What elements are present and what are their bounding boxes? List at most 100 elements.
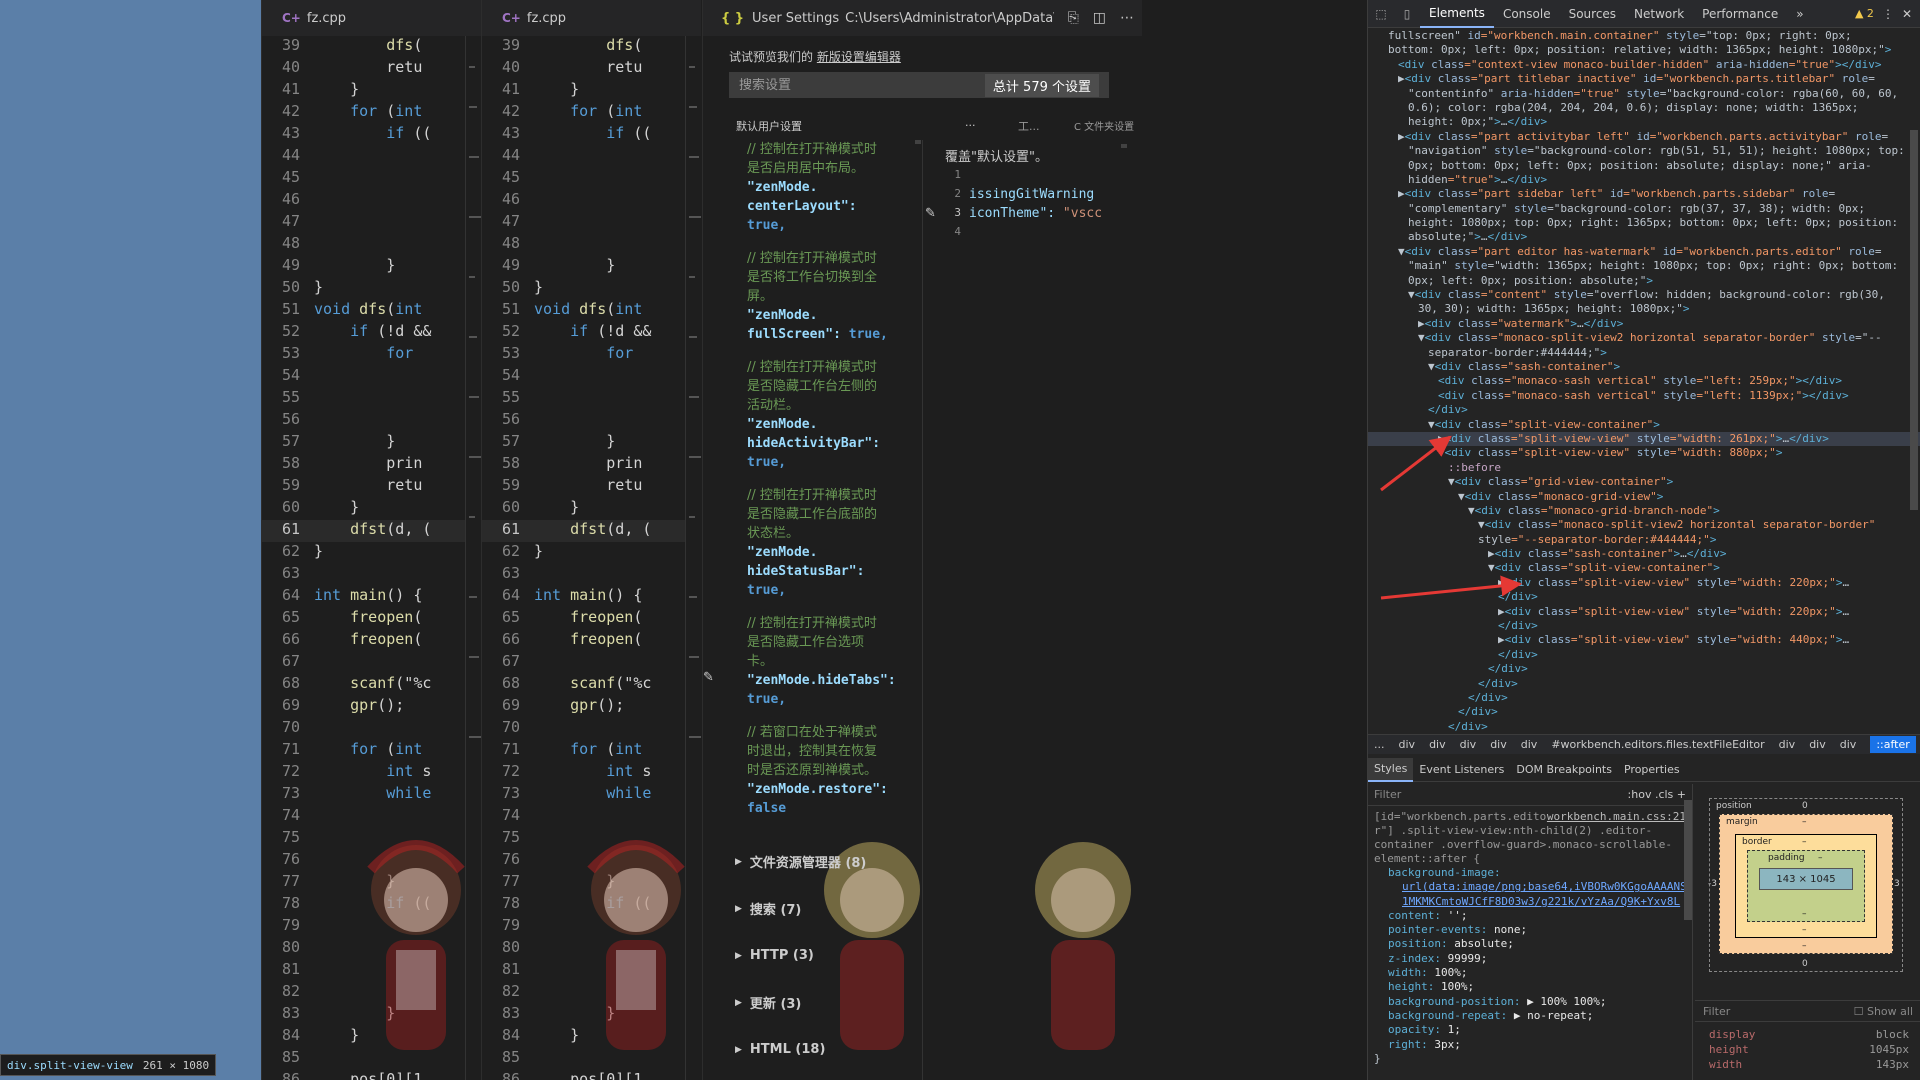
css-declaration[interactable]: 1MKMKCmtoWJCfF8D03w3/g221k/vYzAa/Q9K+Yxv… xyxy=(1368,895,1692,909)
dom-node-line[interactable]: </div> xyxy=(1368,720,1920,734)
dom-node-line[interactable]: </div> xyxy=(1368,619,1920,633)
dom-node-line[interactable]: ▼<div class="split-view-container"> xyxy=(1368,418,1920,432)
breadcrumb-item[interactable]: div xyxy=(1779,738,1796,751)
css-declaration[interactable]: right: 3px; xyxy=(1368,1038,1692,1052)
dom-node-line[interactable]: </div> xyxy=(1368,590,1920,604)
css-url-value[interactable]: url(data:image/png;base64,iVBORw0KGgoAAA… xyxy=(1402,880,1687,893)
computed-property-row[interactable]: display block xyxy=(1695,1028,1920,1043)
css-declaration[interactable]: position: absolute; xyxy=(1368,937,1692,951)
dom-node-line[interactable]: ▼<div class="monaco-split-view2 horizont… xyxy=(1368,518,1920,532)
dom-node-line[interactable]: ▶<div class="split-view-view" style="wid… xyxy=(1368,431,1920,447)
settings-section[interactable]: ▶ 更新 (3) xyxy=(703,979,923,1026)
dom-node-line[interactable]: ▶<div class="sash-container">…</div> xyxy=(1368,547,1920,561)
more-button[interactable]: ... xyxy=(965,116,976,129)
split-editor-icon[interactable]: ◫ xyxy=(1093,10,1106,26)
subtab-properties[interactable]: Properties xyxy=(1618,758,1686,782)
dom-node-line[interactable]: </div> xyxy=(1368,705,1920,719)
tab-elements[interactable]: Elements xyxy=(1420,0,1494,28)
user-settings-pane[interactable]: 覆盖"默认设置"。 1 2 issingGitWarning 3 iconTheme":… xyxy=(943,140,1142,1080)
dom-node-line[interactable]: "main" style="width: 1365px; height: 108… xyxy=(1368,259,1920,273)
tab-performance[interactable]: Performance xyxy=(1693,0,1787,28)
dom-node-line[interactable]: fullscreen" id="workbench.main.container… xyxy=(1368,29,1920,43)
edit-pencil-icon[interactable]: ✎ xyxy=(703,670,714,685)
dom-node-line[interactable]: ▼<div class="content" style="overflow: h… xyxy=(1368,288,1920,302)
more-actions-icon[interactable]: ⋯ xyxy=(1120,10,1134,26)
dom-node-line[interactable]: 0px; bottom: 0px; left: 0px; position: a… xyxy=(1368,159,1920,173)
defaults-scrollbar[interactable] xyxy=(915,140,921,144)
close-icon[interactable]: ✕ xyxy=(1902,7,1912,21)
tab-folder-settings[interactable]: C 文件夹设置 xyxy=(1074,118,1134,133)
dom-node-line[interactable]: height: 1080px; top: 0px; right: 1365px;… xyxy=(1368,216,1920,230)
breadcrumb-item[interactable]: div xyxy=(1521,738,1538,751)
subtab-dom-breakpoints[interactable]: DOM Breakpoints xyxy=(1510,758,1618,782)
breadcrumb-item[interactable]: div xyxy=(1399,738,1416,751)
breadcrumb-selected[interactable]: ::after xyxy=(1870,736,1916,753)
dom-node-line[interactable]: 30, 30); width: 1365px; height: 1080px;"… xyxy=(1368,302,1920,316)
tab-fz-cpp[interactable]: C+ fz.cpp xyxy=(262,0,366,36)
show-all-checkbox[interactable]: ☐ Show all xyxy=(1854,1005,1913,1018)
dom-node-line[interactable]: ▶<div class="split-view-view" style="wid… xyxy=(1368,605,1920,619)
subtab-styles[interactable]: Styles xyxy=(1368,757,1414,782)
dom-node-line[interactable]: ▶<div class="split-view-view" style="wid… xyxy=(1368,633,1920,647)
breadcrumb-item[interactable]: div xyxy=(1840,738,1857,751)
settings-search-input[interactable] xyxy=(739,77,959,93)
kebab-menu-icon[interactable]: ⋮ xyxy=(1882,7,1894,21)
dom-node-line[interactable]: ▼<div class="sash-container"> xyxy=(1368,360,1920,374)
css-declaration[interactable]: url(data:image/png;base64,iVBORw0KGgoAAA… xyxy=(1368,880,1692,894)
computed-property-row[interactable]: height 1045px xyxy=(1695,1043,1920,1058)
dom-node-line[interactable]: "navigation" style="background-color: rg… xyxy=(1368,144,1920,158)
dom-node-line[interactable]: </div> xyxy=(1368,691,1920,705)
dom-node-line[interactable]: "contentinfo" aria-hidden="true" style="… xyxy=(1368,87,1920,101)
tab-fz-cpp[interactable]: C+ fz.cpp xyxy=(482,0,586,36)
dom-node-line[interactable]: ▼<div class="monaco-grid-view"> xyxy=(1368,490,1920,504)
tab-workspace-settings[interactable]: 工... xyxy=(1018,118,1040,134)
css-declaration[interactable]: background-image: xyxy=(1368,866,1692,880)
dom-node-line[interactable]: <div class="monaco-sash vertical" style=… xyxy=(1368,389,1920,403)
breadcrumb-item[interactable]: div xyxy=(1809,738,1826,751)
css-url-value[interactable]: 1MKMKCmtoWJCfF8D03w3/g221k/vYzAa/Q9K+Yxv… xyxy=(1402,895,1680,908)
styles-toggles[interactable]: :hov .cls + xyxy=(1628,788,1686,801)
styles-filter-input[interactable]: Filter xyxy=(1374,788,1401,801)
computed-filter-input[interactable]: Filter xyxy=(1703,1005,1730,1018)
dom-node-line[interactable]: 0.6); color: rgba(204, 204, 204, 0.6); d… xyxy=(1368,101,1920,115)
breadcrumb-item[interactable]: div xyxy=(1490,738,1507,751)
settings-section[interactable]: ▶ 文件资源管理器 (8) xyxy=(703,838,923,885)
dom-node-line[interactable]: absolute;">…</div> xyxy=(1368,230,1920,244)
dom-node-line[interactable]: </div> xyxy=(1368,677,1920,691)
css-declaration[interactable]: background-repeat: ▶ no-repeat; xyxy=(1368,1009,1692,1023)
dom-node-line[interactable]: ▶<div class="part activitybar left" id="… xyxy=(1368,130,1920,144)
dom-node-line[interactable]: ▼<div class="monaco-grid-branch-node"> xyxy=(1368,504,1920,518)
tab-console[interactable]: Console xyxy=(1494,0,1560,28)
dom-node-line[interactable]: ::before xyxy=(1368,461,1920,475)
dom-node-line[interactable]: ▶<div class="part sidebar left" id="work… xyxy=(1368,187,1920,201)
breadcrumb-item[interactable]: #workbench.editors.files.textFileEditor xyxy=(1551,738,1764,751)
tab-sources[interactable]: Sources xyxy=(1560,0,1625,28)
subtab-event-listeners[interactable]: Event Listeners xyxy=(1413,758,1510,782)
dom-node-line[interactable]: "complementary" style="background-color:… xyxy=(1368,202,1920,216)
tab-settings-title[interactable]: User Settings xyxy=(752,11,839,26)
breadcrumb-item[interactable]: ... xyxy=(1374,738,1385,751)
dom-node-line[interactable]: ▼<div class="grid-view-container"> xyxy=(1368,475,1920,489)
code-editor[interactable]: 39 dfs(40 retu 41 } 42 for (int 43 if ((44 4… xyxy=(482,36,701,1080)
dom-node-line[interactable]: ▼<div class="part editor has-watermark" … xyxy=(1368,245,1920,259)
code-editor[interactable]: 39 dfs(40 retu 41 } 42 for (int 43 if ((44 4… xyxy=(262,36,481,1080)
css-declaration[interactable]: z-index: 99999; xyxy=(1368,952,1692,966)
dom-node-line[interactable]: style="--separator-border:#444444;"> xyxy=(1368,533,1920,547)
edit-pencil-icon[interactable]: ✎ xyxy=(925,206,936,221)
stylesheet-link[interactable]: workbench.main.css:21 xyxy=(1547,810,1686,824)
warnings-badge[interactable]: ▲ 2 xyxy=(1855,7,1874,21)
settings-section[interactable]: ▶ HTML (18) xyxy=(703,1026,923,1073)
breadcrumb-item[interactable]: div xyxy=(1460,738,1477,751)
dom-node-line[interactable]: <div class="monaco-sash vertical" style=… xyxy=(1368,374,1920,388)
preview-new-editor-link[interactable]: 新版设置编辑器 xyxy=(817,50,901,64)
breadcrumb-item[interactable]: div xyxy=(1429,738,1446,751)
open-settings-json-icon[interactable]: ⎘ xyxy=(1068,10,1079,26)
css-declaration[interactable]: width: 100%; xyxy=(1368,966,1692,980)
dom-node-line[interactable]: ▶<div class="split-view-view" style="wid… xyxy=(1368,576,1920,590)
css-declaration[interactable]: pointer-events: none; xyxy=(1368,923,1692,937)
css-declaration[interactable]: background-position: ▶ 100% 100%; xyxy=(1368,995,1692,1009)
dom-tree[interactable]: fullscreen" id="workbench.main.container… xyxy=(1368,28,1920,734)
dom-node-line[interactable]: ▼<div class="monaco-split-view2 horizont… xyxy=(1368,331,1920,345)
dom-node-line[interactable]: ▼<div class="split-view-view" style="wid… xyxy=(1368,446,1920,460)
dom-node-line[interactable]: ▶<div class="part titlebar inactive" id=… xyxy=(1368,72,1920,86)
